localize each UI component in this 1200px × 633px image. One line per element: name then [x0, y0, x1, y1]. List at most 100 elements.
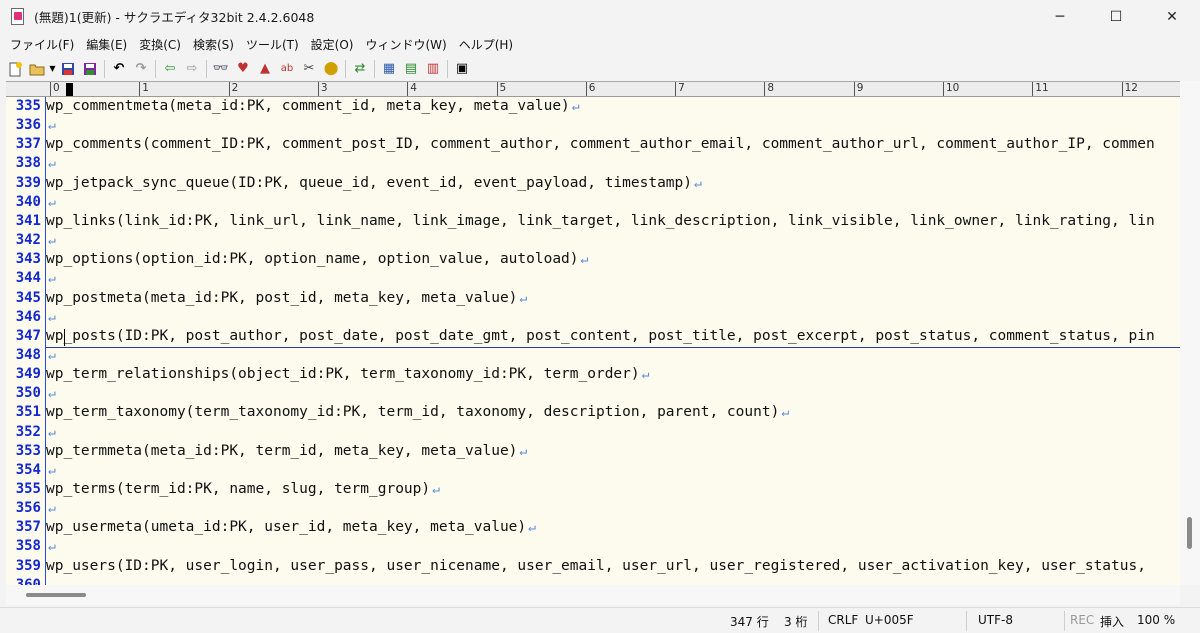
- ruler-mark: 11: [1032, 82, 1049, 96]
- line-end-icon: ↵: [48, 462, 56, 478]
- search-next-button[interactable]: ▲: [254, 58, 276, 80]
- horizontal-scroll-thumb[interactable]: [26, 593, 86, 597]
- menu-tools[interactable]: ツール(T): [240, 36, 305, 53]
- panel-layout-button[interactable]: ▣: [451, 58, 473, 80]
- new-file-button[interactable]: [4, 58, 26, 80]
- menu-file[interactable]: ファイル(F): [4, 36, 80, 53]
- code-line[interactable]: wp_comments(comment_ID:PK, comment_post_…: [46, 136, 1155, 152]
- code-line[interactable]: ↵: [46, 117, 56, 133]
- horizontal-scrollbar[interactable]: [6, 585, 1180, 605]
- open-dropdown-button[interactable]: ▼: [48, 64, 57, 73]
- toolbar-separator: [345, 59, 346, 78]
- code-line[interactable]: ↵: [46, 538, 56, 554]
- code-line[interactable]: wp_terms(term_id:PK, name, slug, term_gr…: [46, 481, 440, 497]
- compare-button[interactable]: ▦: [378, 58, 400, 80]
- line-number: 342: [15, 232, 41, 249]
- menu-help[interactable]: ヘルプ(H): [453, 36, 519, 53]
- search-prev-button[interactable]: ♥: [232, 58, 254, 80]
- code-line[interactable]: wp_options(option_id:PK, option_name, op…: [46, 251, 588, 267]
- code-text: wp_users(ID:PK, user_login, user_pass, u…: [46, 557, 1146, 574]
- code-line[interactable]: ↵: [46, 424, 56, 440]
- save-all-button[interactable]: [79, 58, 101, 80]
- minimize-button[interactable]: ─: [1032, 0, 1088, 33]
- menu-convert[interactable]: 変換(C): [133, 36, 187, 53]
- highlight-button[interactable]: ⬤: [320, 58, 342, 80]
- ruler-mark: 10: [943, 82, 959, 96]
- code-line[interactable]: wp_users(ID:PK, user_login, user_pass, u…: [46, 558, 1146, 574]
- close-button[interactable]: ✕: [1144, 0, 1200, 33]
- window-title: (無題)1(更新) - サクラエディタ32bit 2.4.2.6048: [34, 10, 315, 25]
- replace-button[interactable]: ab: [276, 58, 298, 80]
- maximize-icon: ☐: [1109, 8, 1123, 25]
- editor-area[interactable]: 0 1 2 3 4 5 6 7 8 9 10 11 12 335 336 337 338 339 340 341 34…: [6, 81, 1200, 585]
- menu-window[interactable]: ウィンドウ(W): [359, 36, 452, 53]
- code-line[interactable]: wp_term_relationships(object_id:PK, term…: [46, 366, 649, 382]
- code-line[interactable]: wp_posts(ID:PK, post_author, post_date, …: [46, 328, 1155, 344]
- ruler-mark: 4: [407, 82, 417, 96]
- maximize-button[interactable]: ☐: [1088, 0, 1144, 33]
- redo-button[interactable]: ↷: [130, 58, 152, 80]
- menu-bar: ファイル(F) 編集(E) 変換(C) 検索(S) ツール(T) 設定(O) ウ…: [0, 33, 1200, 55]
- panel-layout-icon: ▣: [455, 61, 469, 76]
- jump-back-button[interactable]: ⇦: [159, 58, 181, 80]
- code-line[interactable]: wp_usermeta(umeta_id:PK, user_id, meta_k…: [46, 519, 536, 535]
- line-number: 345: [15, 289, 41, 306]
- sakura-editor-icon: [10, 7, 26, 26]
- diff-button[interactable]: ▤: [400, 58, 422, 80]
- line-end-icon: ↵: [48, 309, 56, 325]
- search-button[interactable]: 👓: [210, 58, 232, 80]
- line-end-icon: ↵: [48, 233, 56, 249]
- vertical-scroll-thumb[interactable]: [1187, 517, 1192, 549]
- jump-forward-button[interactable]: ⇨: [181, 58, 203, 80]
- toolbar-separator: [374, 59, 375, 78]
- code-line[interactable]: wp_commentmeta(meta_id:PK, comment_id, m…: [46, 98, 580, 114]
- line-number: 360: [15, 576, 41, 585]
- code-line[interactable]: wp_jetpack_sync_queue(ID:PK, queue_id, e…: [46, 175, 702, 191]
- ruler-mark: 7: [675, 82, 685, 96]
- status-encoding[interactable]: UTF-8: [978, 613, 1013, 627]
- code-line[interactable]: ↵: [46, 347, 56, 363]
- save-button[interactable]: [57, 58, 79, 80]
- menu-edit[interactable]: 編集(E): [80, 36, 133, 53]
- status-newline[interactable]: CRLF: [828, 613, 858, 627]
- code-line[interactable]: ↵: [46, 500, 56, 516]
- menu-search[interactable]: 検索(S): [187, 36, 240, 53]
- line-number: 351: [15, 404, 41, 421]
- vertical-scrollbar[interactable]: [1180, 81, 1200, 585]
- code-line[interactable]: ↵: [46, 155, 56, 171]
- code-line[interactable]: wp_links(link_id:PK, link_url, link_name…: [46, 213, 1155, 229]
- status-rec: REC: [1070, 613, 1095, 627]
- ruler-mark: 6: [585, 82, 595, 96]
- status-insert-mode[interactable]: 挿入: [1100, 613, 1124, 630]
- line-end-icon: ↵: [519, 290, 528, 306]
- status-zoom[interactable]: 100 %: [1137, 613, 1175, 627]
- code-line[interactable]: ↵: [46, 462, 56, 478]
- code-line[interactable]: wp_term_taxonomy(term_taxonomy_id:PK, te…: [46, 404, 789, 420]
- ruler-cursor-marker: [66, 83, 73, 96]
- code-line[interactable]: ↵: [46, 385, 56, 401]
- outline-button[interactable]: ⇄: [349, 58, 371, 80]
- line-number: 343: [15, 251, 41, 268]
- line-end-icon: ↵: [48, 386, 56, 402]
- open-folder-button[interactable]: [26, 58, 48, 80]
- open-folder-icon: [29, 64, 45, 75]
- tag-jump-button[interactable]: ▥: [422, 58, 444, 80]
- code-line[interactable]: ↵: [46, 232, 56, 248]
- text-area[interactable]: wp_commentmeta(meta_id:PK, comment_id, m…: [46, 97, 1180, 585]
- code-line[interactable]: ↵: [46, 194, 56, 210]
- save-all-icon: [84, 62, 96, 75]
- code-line[interactable]: ↵: [46, 270, 56, 286]
- code-line[interactable]: ↵: [46, 309, 56, 325]
- code-line[interactable]: wp_postmeta(meta_id:PK, post_id, meta_ke…: [46, 290, 527, 306]
- save-icon: [62, 62, 74, 75]
- line-end-icon: ↵: [641, 367, 650, 383]
- line-number: 340: [15, 193, 41, 210]
- line-end-icon: ↵: [528, 520, 536, 536]
- undo-button[interactable]: ↶: [108, 58, 130, 80]
- menu-settings[interactable]: 設定(O): [305, 36, 360, 53]
- grep-button[interactable]: ✂: [298, 58, 320, 80]
- ruler-mark: 2: [228, 82, 238, 96]
- line-end-icon: ↵: [48, 156, 56, 172]
- code-line[interactable]: wp_termmeta(meta_id:PK, term_id, meta_ke…: [46, 443, 527, 459]
- grep-icon: ✂: [303, 61, 315, 76]
